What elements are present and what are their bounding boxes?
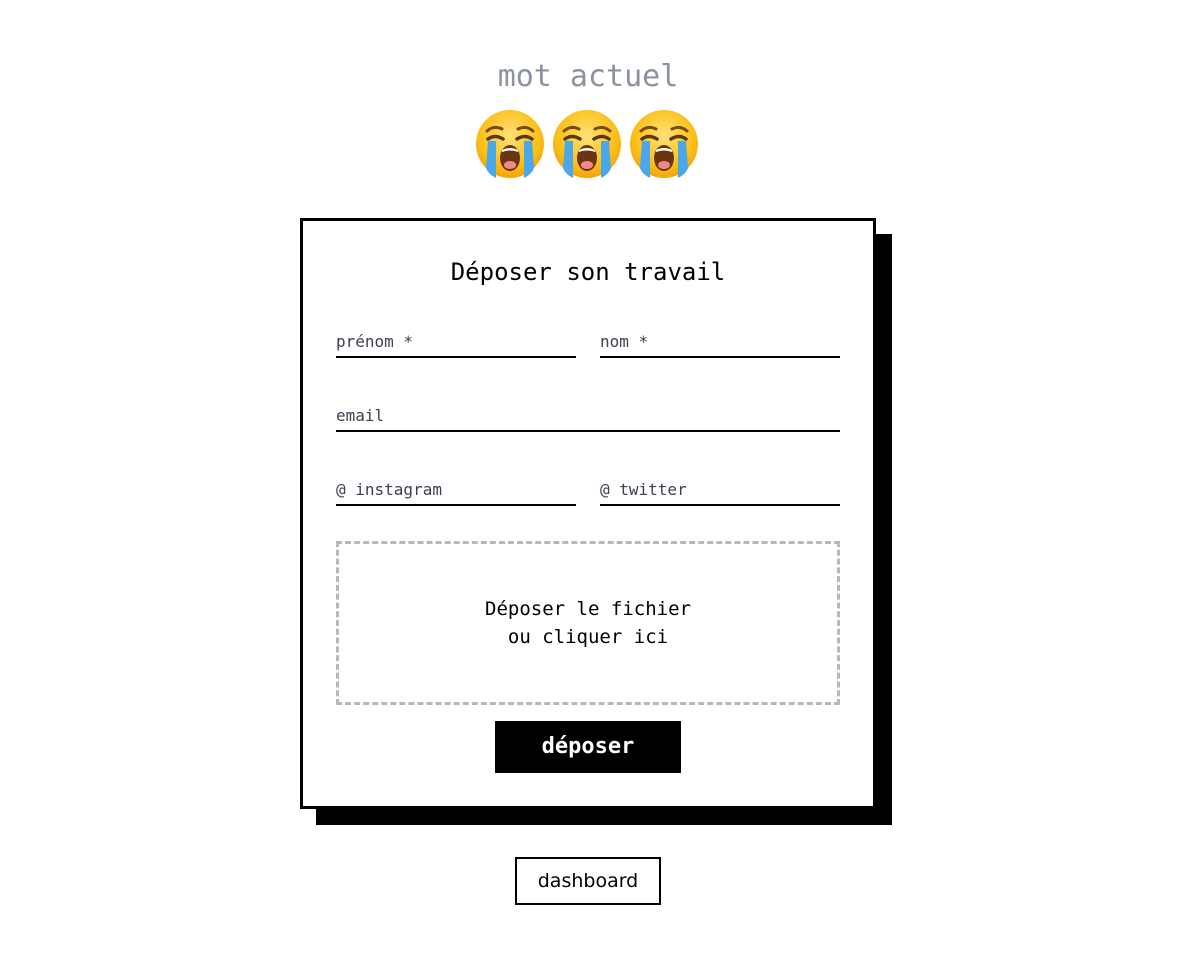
loudly-crying-face-icon — [630, 110, 698, 178]
upload-form: Déposer son travail Déposer le fichier o… — [300, 218, 876, 809]
submit-button[interactable]: déposer — [495, 721, 681, 773]
instagram-input[interactable] — [336, 476, 576, 506]
emoji-row — [474, 108, 700, 180]
last-name-input[interactable] — [600, 328, 840, 358]
dropzone-line-2: ou cliquer ici — [507, 626, 669, 648]
loudly-crying-face-icon — [476, 110, 544, 178]
current-word-label: mot actuel — [497, 59, 679, 94]
file-dropzone[interactable]: Déposer le fichier ou cliquer ici — [336, 541, 840, 705]
twitter-input[interactable] — [600, 476, 840, 506]
first-name-input[interactable] — [336, 328, 576, 358]
dashboard-button[interactable]: dashboard — [515, 857, 661, 905]
dropzone-line-1: Déposer le fichier — [485, 598, 691, 620]
form-title: Déposer son travail — [450, 258, 726, 286]
email-input[interactable] — [336, 402, 840, 432]
loudly-crying-face-icon — [553, 110, 621, 178]
